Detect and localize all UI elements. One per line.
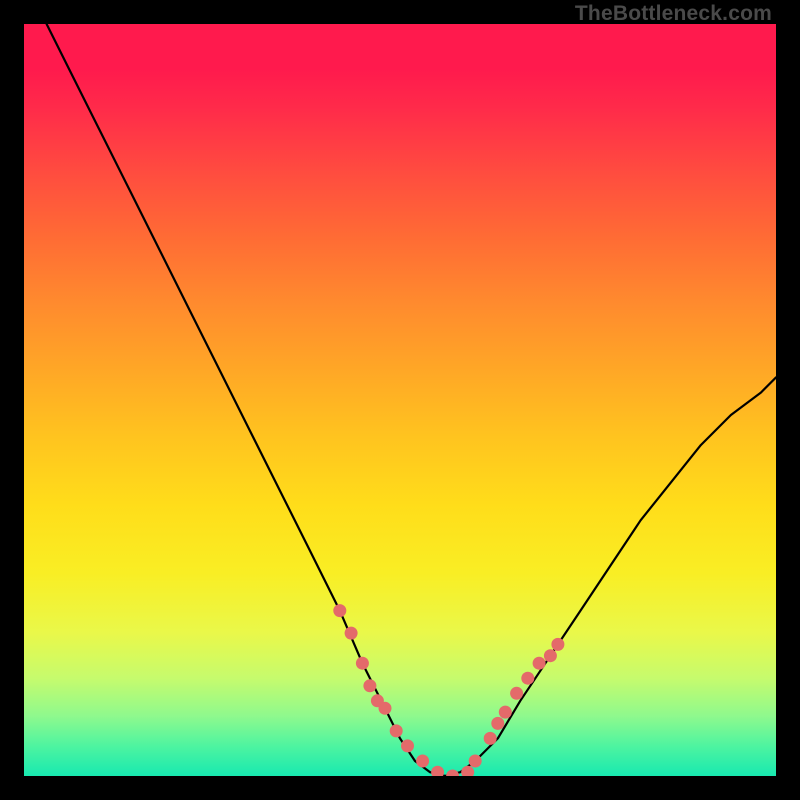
highlight-dot <box>446 770 459 777</box>
highlight-dot <box>544 649 557 662</box>
highlight-dot <box>533 657 546 670</box>
highlight-dot <box>551 638 564 651</box>
highlight-dot <box>461 766 474 776</box>
highlight-dot <box>521 672 534 685</box>
highlight-dot <box>510 687 523 700</box>
highlight-dot <box>363 679 376 692</box>
plot-area <box>24 24 776 776</box>
highlight-dot <box>499 706 512 719</box>
highlight-dot <box>333 604 346 617</box>
curve-path <box>47 24 776 776</box>
highlight-dot <box>431 766 444 776</box>
highlight-dot <box>379 702 392 715</box>
chart-frame: TheBottleneck.com <box>0 0 800 800</box>
highlight-dot <box>416 755 429 768</box>
highlight-dot <box>484 732 497 745</box>
highlight-dot <box>345 627 358 640</box>
highlight-dot <box>401 739 414 752</box>
highlight-dot <box>390 724 403 737</box>
highlight-dot <box>469 755 482 768</box>
highlight-dot <box>356 657 369 670</box>
highlight-dot <box>491 717 504 730</box>
highlight-dots <box>333 604 564 776</box>
watermark-label: TheBottleneck.com <box>575 2 772 26</box>
bottleneck-curve <box>24 24 776 776</box>
